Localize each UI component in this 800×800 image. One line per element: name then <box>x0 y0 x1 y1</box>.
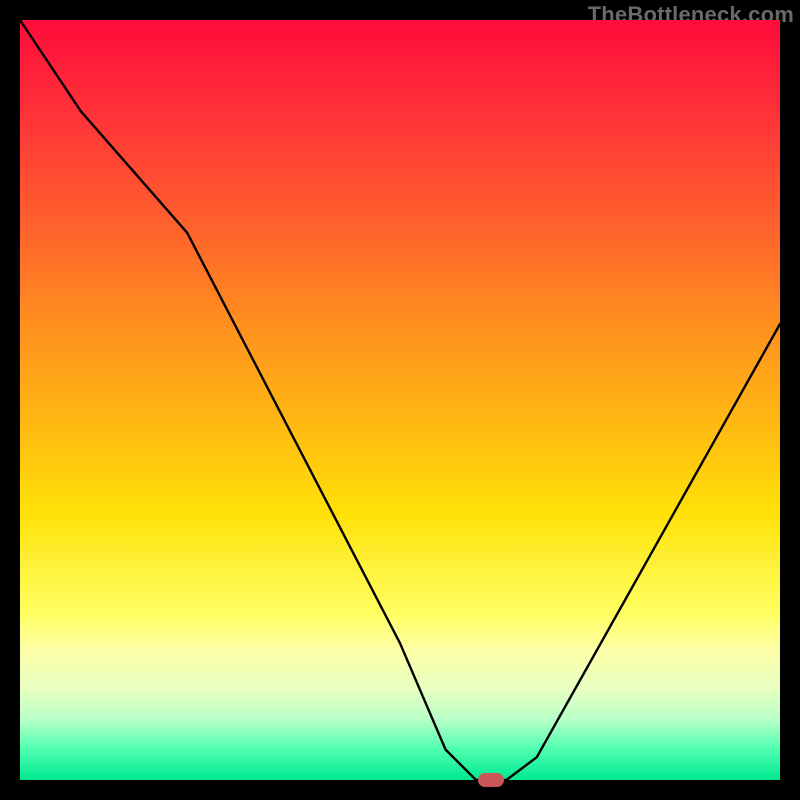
chart-container: TheBottleneck.com <box>0 0 800 800</box>
bottleneck-curve <box>20 20 780 780</box>
plot-area <box>20 20 780 780</box>
optimal-point-marker <box>478 773 504 787</box>
